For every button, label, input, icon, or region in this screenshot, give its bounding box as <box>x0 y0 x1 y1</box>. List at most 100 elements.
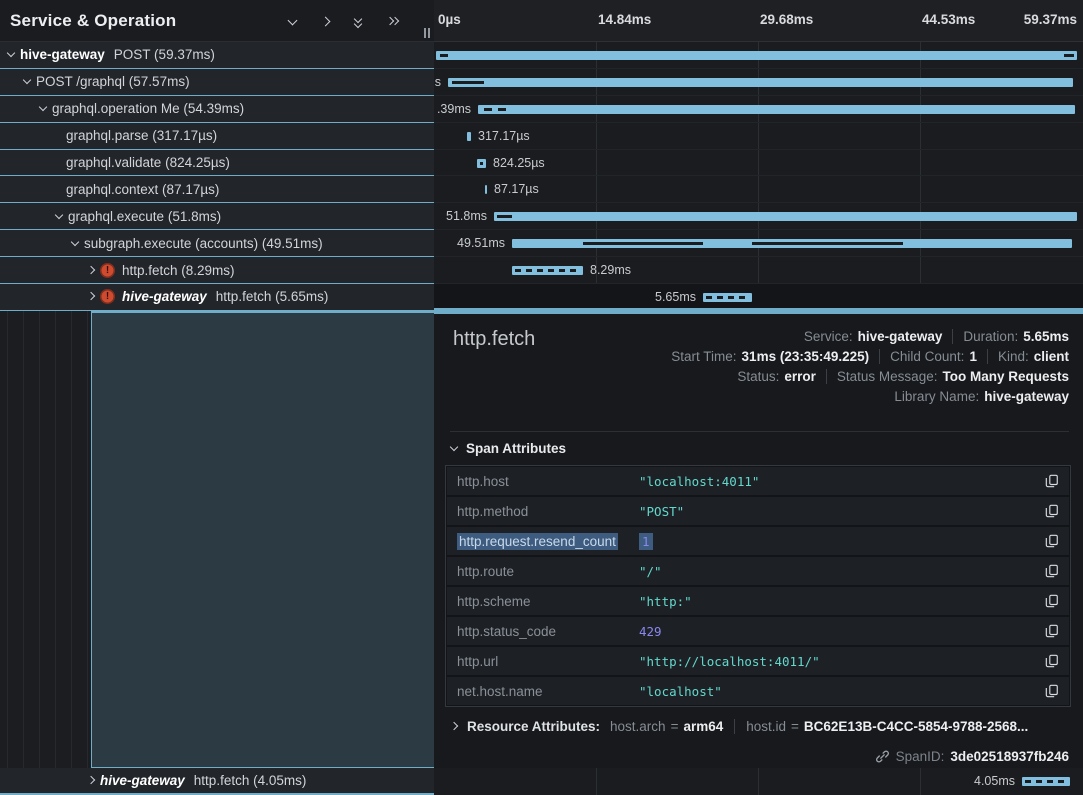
tree-row[interactable]: graphql.validate (824.25µs) <box>0 150 434 177</box>
resource-value: arm64 <box>683 719 723 734</box>
copy-icon[interactable] <box>1045 564 1059 578</box>
copy-icon[interactable] <box>1045 474 1059 488</box>
bar-duration-label: 51.8ms <box>446 209 487 223</box>
copy-icon[interactable] <box>1045 504 1059 518</box>
span-id-row: SpanID: 3de02518937fb246 <box>875 749 1069 764</box>
meta-label: Library Name: <box>894 389 979 404</box>
copy-icon[interactable] <box>1045 594 1059 608</box>
link-icon[interactable] <box>875 749 890 764</box>
resource-attributes-row[interactable]: Resource Attributes: host.arch=arm64host… <box>450 719 1069 734</box>
attribute-key: http.route <box>457 564 639 579</box>
expand-one-icon[interactable] <box>318 14 332 28</box>
timeline-row[interactable]: s <box>434 69 1083 96</box>
child-span-marker <box>480 162 483 165</box>
chevron-right-icon[interactable] <box>84 776 98 785</box>
timeline-row[interactable]: 824.25µs <box>434 150 1083 177</box>
timeline-row[interactable]: 49.51ms <box>434 230 1083 257</box>
chevron-down-icon[interactable] <box>68 239 82 248</box>
attribute-value: "http:" <box>639 594 692 609</box>
span-label: subgraph.execute (accounts) (49.51ms) <box>84 236 323 251</box>
child-span-markers <box>1025 780 1067 783</box>
chevron-right-icon[interactable] <box>84 292 98 301</box>
span-duration-bar[interactable] <box>512 266 583 275</box>
tree-row[interactable]: !hive-gatewayhttp.fetch (5.65ms) <box>0 284 434 311</box>
meta-value: Too Many Requests <box>942 369 1069 384</box>
timeline-row[interactable] <box>434 42 1083 69</box>
child-span-marker <box>484 108 492 111</box>
bar-duration-label: .39ms <box>437 102 471 116</box>
panel-splitter[interactable] <box>424 28 430 38</box>
timeline-tick: 0µs <box>438 12 461 27</box>
span-detail-panel: http.fetch Service:hive-gatewayDuration:… <box>434 311 1083 768</box>
tree-row[interactable]: !http.fetch (8.29ms) <box>0 257 434 284</box>
copy-icon[interactable] <box>1045 534 1059 548</box>
timeline-panel: 0µs14.84ms29.68ms44.53ms59.37ms s .39ms 31… <box>434 0 1083 795</box>
timeline-row-bottom: 4.05ms <box>434 768 1083 795</box>
span-label: graphql.validate (824.25µs) <box>66 155 230 170</box>
attribute-value: 429 <box>639 624 662 639</box>
chevron-down-icon[interactable] <box>20 77 34 86</box>
timeline-row[interactable]: 87.17µs <box>434 176 1083 203</box>
child-span-markers <box>706 296 749 299</box>
span-attributes-header[interactable]: Span Attributes <box>450 441 566 456</box>
timeline-row[interactable]: 5.65ms <box>434 284 1083 311</box>
collapse-all-icon[interactable] <box>351 14 365 28</box>
selected-span-region <box>91 311 434 768</box>
attribute-row: http.scheme"http:" <box>447 587 1069 615</box>
tree-row[interactable]: graphql.context (87.17µs) <box>0 176 434 203</box>
meta-label: Duration: <box>963 329 1018 344</box>
timeline-row[interactable]: 317.17µs <box>434 123 1083 150</box>
chevron-down-icon[interactable] <box>4 50 18 59</box>
span-label: graphql.operation Me (54.39ms) <box>52 101 244 116</box>
span-duration-bar[interactable] <box>448 78 1073 87</box>
timeline-row[interactable]: 51.8ms <box>434 203 1083 230</box>
copy-icon[interactable] <box>1045 624 1059 638</box>
span-service-name: hive-gateway <box>100 773 185 788</box>
meta-value: 31ms (23:35:49.225) <box>742 349 870 364</box>
meta-value: client <box>1034 349 1069 364</box>
attribute-row: net.host.name"localhost" <box>447 677 1069 705</box>
tree-row[interactable]: subgraph.execute (accounts) (49.51ms) <box>0 230 434 257</box>
resource-value: BC62E13B-C4CC-5854-9788-2568... <box>804 719 1028 734</box>
copy-icon[interactable] <box>1045 684 1059 698</box>
timeline-row[interactable]: .39ms <box>434 96 1083 123</box>
section-divider <box>450 431 1069 432</box>
timeline-header: 0µs14.84ms29.68ms44.53ms59.37ms <box>434 0 1083 42</box>
bar-duration-label: 8.29ms <box>590 263 631 277</box>
bar-duration-label: s <box>435 75 441 89</box>
child-span-markers <box>515 269 580 272</box>
span-duration-bar[interactable] <box>494 212 1077 221</box>
timeline-tick: 59.37ms <box>1024 12 1077 27</box>
equals-sign: = <box>791 719 799 734</box>
chevron-down-icon[interactable] <box>52 212 66 221</box>
resource-attribute: host.id=BC62E13B-C4CC-5854-9788-2568... <box>746 719 1028 734</box>
tree-row[interactable]: graphql.execute (51.8ms) <box>0 203 434 230</box>
chevron-right-icon <box>450 722 459 731</box>
tree-row[interactable]: graphql.parse (317.17µs) <box>0 123 434 150</box>
tree-row[interactable]: hive-gatewayPOST (59.37ms) <box>0 42 434 69</box>
span-label: http.fetch (5.65ms) <box>216 289 329 304</box>
tree-row-bottom[interactable]: hive-gatewayhttp.fetch (4.05ms) <box>0 768 434 795</box>
span-title: http.fetch <box>453 328 535 351</box>
child-span-marker <box>752 242 903 245</box>
span-duration-bar[interactable] <box>478 105 1075 114</box>
span-duration-bar[interactable] <box>1022 777 1070 786</box>
span-duration-bar[interactable] <box>436 51 1077 60</box>
attribute-key: http.scheme <box>457 594 639 609</box>
tree-row[interactable]: graphql.operation Me (54.39ms) <box>0 96 434 123</box>
span-duration-bar[interactable] <box>485 185 487 194</box>
tree-row-bottom-content[interactable]: hive-gatewayhttp.fetch (4.05ms) <box>0 767 306 794</box>
attribute-row: http.request.resend_count1 <box>447 527 1069 555</box>
copy-icon[interactable] <box>1045 654 1059 668</box>
bar-duration-label: 5.65ms <box>655 290 696 304</box>
tree-row[interactable]: POST /graphql (57.57ms) <box>0 69 434 96</box>
collapse-one-icon[interactable] <box>285 14 299 28</box>
span-duration-bar[interactable] <box>703 293 752 302</box>
divider <box>879 349 880 364</box>
expand-all-icon[interactable] <box>384 14 398 28</box>
chevron-down-icon[interactable] <box>36 104 50 113</box>
timeline-row[interactable]: 8.29ms <box>434 257 1083 284</box>
chevron-right-icon[interactable] <box>84 266 98 275</box>
meta-label: Child Count: <box>890 349 964 364</box>
span-duration-bar[interactable] <box>467 132 471 141</box>
